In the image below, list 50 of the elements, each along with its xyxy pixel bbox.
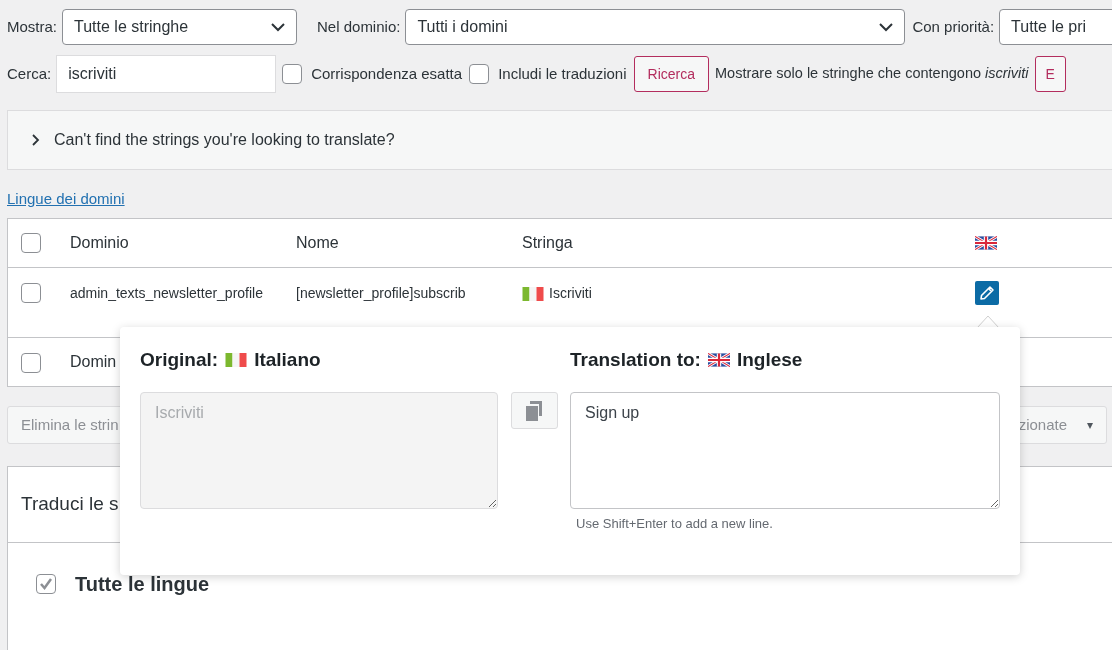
table-cell-text: [newsletter_profile]subscrib [296, 284, 467, 303]
checkbox-label: Tutte le lingue [75, 572, 210, 597]
filter-select[interactable]: Tutti i domini [405, 9, 906, 45]
help-text: Can't find the strings you're looking to translate? [54, 130, 395, 150]
translation-field[interactable]: Sign up [570, 392, 1000, 509]
filter-select[interactable]: Tutte le stringhe [62, 9, 297, 45]
checkbox[interactable] [21, 353, 41, 373]
pencil-icon [979, 285, 995, 301]
filter-note: Mostrare solo le stringhe che contengono iscriviti [715, 64, 1029, 84]
checkbox[interactable] [21, 283, 41, 303]
action-button[interactable]: E [1034, 56, 1066, 92]
flag-icon [707, 353, 730, 367]
filter-label: Mostra: [7, 16, 57, 37]
flag-icon [522, 286, 544, 301]
table-cell-text: Iscriviti [549, 284, 592, 303]
section-title: Traduci le s [21, 492, 119, 517]
table-cell-text: Domin [70, 352, 117, 372]
help-panel[interactable]: Can't find the strings you're looking to translate? [7, 110, 1112, 170]
checkbox[interactable] [282, 64, 303, 84]
checkbox[interactable] [36, 574, 56, 594]
original-text-field: Iscriviti [140, 392, 498, 509]
column-header[interactable]: Stringa [522, 231, 975, 255]
search-button[interactable]: Ricerca [633, 56, 709, 92]
table-cell-text: admin_texts_newsletter_profile [70, 284, 264, 303]
filter-label: Con priorità: [912, 16, 995, 37]
filter-label: Nel dominio: [317, 16, 401, 37]
chevron-down-icon [271, 22, 285, 32]
language-name: Inglese [736, 347, 803, 372]
search-field[interactable]: iscriviti [56, 55, 277, 93]
popup-label: Translation to: [570, 347, 701, 372]
checkbox-label: Includi le traduzioni [498, 63, 627, 84]
chevron-down-icon [879, 22, 894, 32]
flag-icon [225, 353, 248, 367]
domain-languages-link[interactable]: Lingue dei domini [7, 187, 125, 211]
edit-button[interactable] [975, 281, 999, 305]
filter-select[interactable]: Tutte le pri [999, 9, 1112, 45]
language-name: Italiano [254, 347, 321, 372]
checkbox[interactable] [469, 64, 490, 84]
chevron-right-icon [32, 134, 40, 146]
checkbox-label: Corrispondenza esatta [311, 63, 463, 84]
hint-text: Use Shift+Enter to add a new line. [576, 515, 774, 533]
checkbox[interactable] [21, 233, 41, 253]
column-header[interactable]: Dominio [70, 231, 296, 255]
copy-icon [524, 399, 544, 422]
flag-icon [975, 236, 997, 250]
copy-button[interactable] [510, 392, 558, 429]
popup-label: Original: [140, 347, 219, 372]
column-header[interactable]: Nome [296, 231, 522, 255]
caret-icon: ▾ [1087, 416, 1093, 434]
search-label: Cerca: [7, 63, 52, 84]
